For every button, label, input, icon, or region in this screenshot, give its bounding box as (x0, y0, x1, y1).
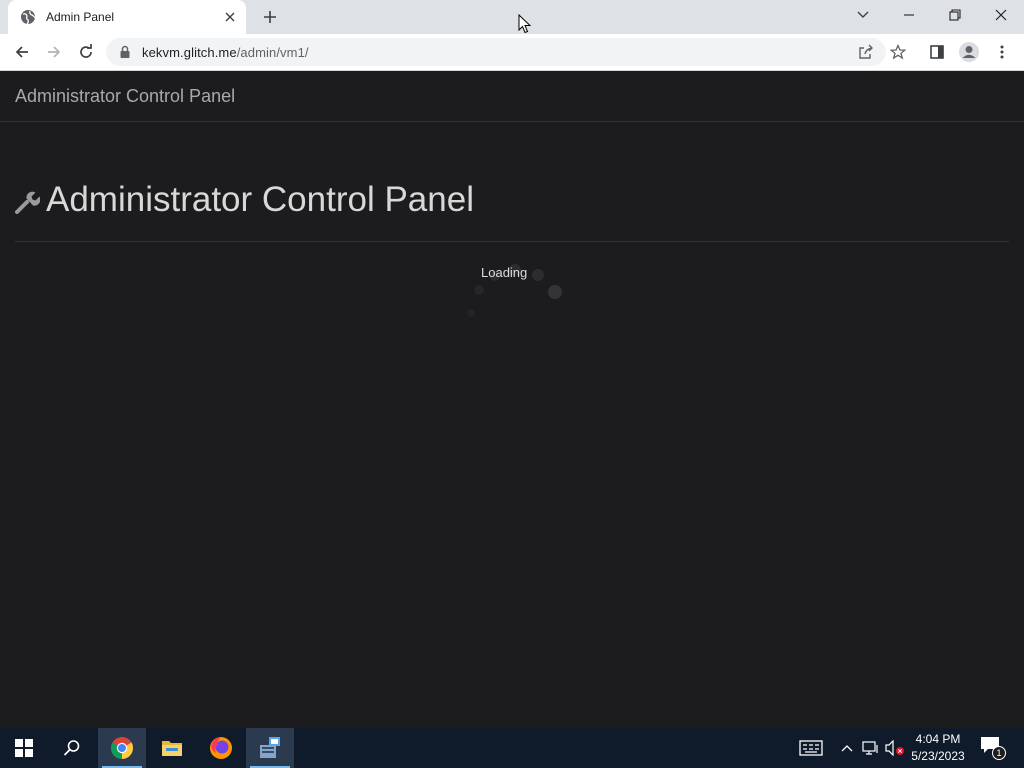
divider (15, 241, 1009, 242)
new-tab-button[interactable] (259, 7, 281, 27)
forward-icon[interactable] (41, 39, 67, 65)
chevron-up-icon[interactable] (837, 738, 857, 758)
windows-logo-icon (15, 739, 33, 757)
spinner-dot (474, 285, 484, 295)
tab-search-icon[interactable] (848, 3, 878, 27)
notification-badge: 1 (992, 746, 1006, 760)
back-icon[interactable] (9, 39, 35, 65)
action-center-button[interactable]: 1 (980, 736, 1006, 760)
spinner-dot (467, 309, 475, 317)
system-clock[interactable]: 4:04 PM 5/23/2023 (906, 731, 970, 765)
kebab-menu-icon[interactable] (990, 40, 1014, 64)
navbar-brand[interactable]: Administrator Control Panel (15, 86, 235, 107)
close-tab-icon[interactable] (220, 7, 240, 27)
chrome-icon (111, 737, 133, 759)
minimize-icon[interactable] (894, 3, 924, 27)
url-host: kekvm.glitch.me (142, 45, 237, 60)
clock-date: 5/23/2023 (911, 749, 965, 763)
start-button[interactable] (0, 728, 48, 768)
url-text: kekvm.glitch.me/admin/vm1/ (142, 45, 309, 60)
page-content: Administrator Control Panel Administrato… (0, 71, 1024, 728)
mouse-cursor-icon (518, 14, 532, 34)
loading-spinner: Loading (452, 261, 572, 321)
tab-title: Admin Panel (46, 10, 115, 24)
navbar: Administrator Control Panel (0, 71, 1024, 122)
share-icon[interactable] (856, 42, 876, 62)
spinner-dot (548, 285, 562, 299)
browser-toolbar: kekvm.glitch.me/admin/vm1/ (0, 34, 1024, 71)
tab-admin-panel[interactable]: Admin Panel (8, 0, 246, 34)
page-heading: Administrator Control Panel (46, 180, 474, 219)
close-window-icon[interactable] (986, 3, 1016, 27)
search-button[interactable] (48, 728, 96, 768)
reload-icon[interactable] (73, 39, 99, 65)
loading-text: Loading (481, 265, 528, 280)
search-icon (63, 740, 80, 756)
side-panel-icon[interactable] (925, 40, 949, 64)
firefox-icon (210, 737, 232, 759)
bookmark-star-icon[interactable] (888, 42, 908, 62)
tab-strip: Admin Panel (0, 0, 1024, 34)
taskbar-file-explorer[interactable] (148, 728, 196, 768)
folder-icon (162, 741, 182, 756)
url-path: /admin/vm1/ (236, 45, 309, 60)
spinner-dot (532, 269, 544, 281)
wrench-icon (14, 189, 40, 215)
volume-muted-icon[interactable] (885, 738, 905, 758)
taskbar-server-manager[interactable] (246, 728, 294, 768)
taskbar-firefox[interactable] (197, 728, 245, 768)
taskbar: 4:04 PM 5/23/2023 1 (0, 728, 1024, 768)
globe-icon (20, 9, 36, 25)
touch-keyboard-icon[interactable] (798, 738, 824, 758)
address-bar[interactable]: kekvm.glitch.me/admin/vm1/ (106, 38, 906, 66)
profile-avatar-icon[interactable] (957, 40, 981, 64)
taskbar-chrome[interactable] (98, 728, 146, 768)
server-manager-icon (260, 737, 280, 758)
lock-icon[interactable] (118, 45, 132, 59)
restore-icon[interactable] (940, 3, 970, 27)
clock-time: 4:04 PM (915, 732, 961, 746)
page-title: Administrator Control Panel (14, 180, 474, 220)
network-icon[interactable] (861, 738, 881, 758)
